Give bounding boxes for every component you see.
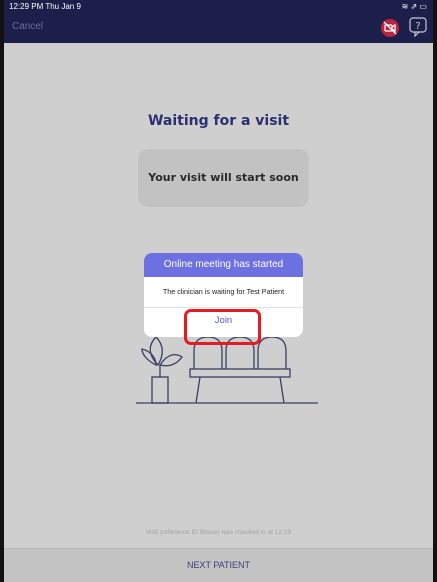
cancel-button[interactable]: Cancel (12, 21, 43, 32)
status-indicators: ≋ ⇗ ▭ (401, 2, 427, 11)
svg-text:?: ? (415, 21, 420, 32)
status-time: 12:29 PM Thu Jan 9 (9, 2, 81, 11)
status-bar: 12:29 PM Thu Jan 9 ≋ ⇗ ▭ (4, 0, 433, 13)
join-highlight-box (184, 309, 261, 345)
nav-bar: Cancel ? (4, 13, 433, 43)
checkin-note: Visit (reference ID 8base) was checked i… (145, 529, 292, 536)
dialog-title: Online meeting has started (144, 253, 303, 277)
status-card: Your visit will start soon (138, 149, 309, 207)
page-title: Waiting for a visit (147, 113, 290, 129)
window-border-right (433, 0, 437, 582)
camera-off-icon[interactable] (381, 19, 399, 37)
footer-bar: NEXT PATIENT (4, 548, 433, 582)
next-patient-button[interactable]: NEXT PATIENT (4, 560, 433, 570)
help-icon[interactable]: ? (409, 17, 427, 38)
dialog-message: The clinician is waiting for Test Patien… (144, 277, 303, 308)
